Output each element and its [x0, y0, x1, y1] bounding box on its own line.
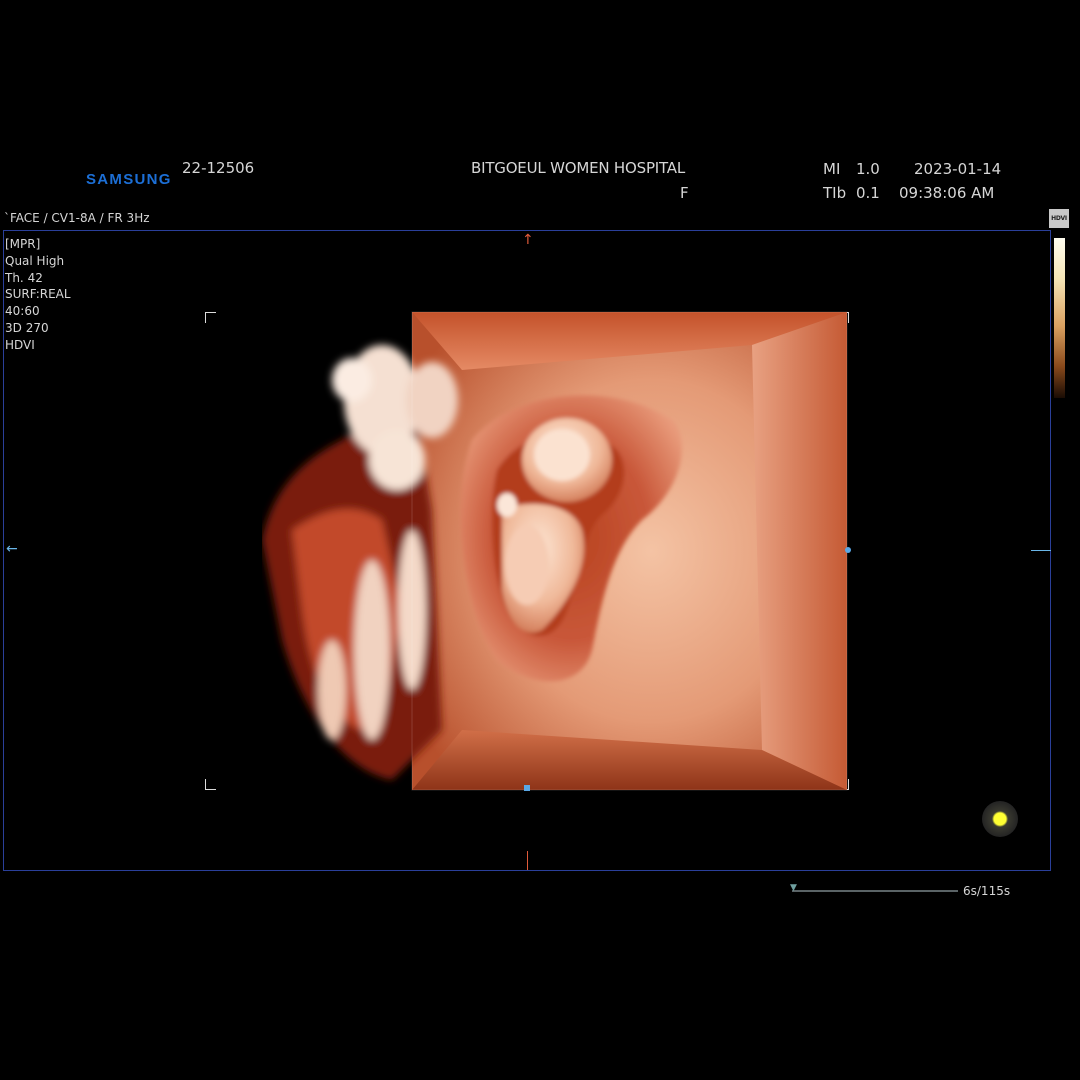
roi-corner-bottom-left[interactable]	[205, 779, 216, 790]
mi-label: MI	[823, 160, 841, 178]
roi-handle-right[interactable]	[845, 547, 851, 553]
param-render-angle: 3D 270	[5, 320, 49, 335]
3d-render-image	[262, 311, 848, 791]
param-surface: SURF:REAL	[5, 287, 71, 302]
patient-sex: F	[680, 184, 689, 202]
colorbar-tag: HDVI	[1049, 209, 1069, 228]
trackball-cursor-icon[interactable]	[982, 801, 1018, 837]
hospital-name: BITGOEUL WOMEN HOSPITAL	[471, 159, 686, 177]
samsung-logo: SAMSUNG	[86, 171, 172, 188]
playhead-icon[interactable]: ▼	[790, 883, 797, 893]
cine-counter: 6s/115s	[963, 884, 1011, 898]
arrow-left-icon: ←	[6, 541, 18, 557]
param-quality: Qual High	[5, 253, 65, 268]
param-hdvi: HDVI	[5, 337, 35, 352]
param-threshold: Th. 42	[5, 270, 43, 285]
imaging-parameters: [MPR] Qual High Th. 42 SURF:REAL 40:60 3…	[5, 236, 71, 354]
param-mix: 40:60	[5, 304, 40, 319]
exam-time: 09:38:06 AM	[899, 184, 995, 202]
cine-timeline[interactable]	[792, 890, 958, 892]
patient-id: 22-12506	[182, 159, 255, 177]
param-mode: [MPR]	[5, 237, 41, 251]
roi-corner-top-left[interactable]	[205, 312, 216, 323]
axis-marker-bottom	[527, 851, 528, 870]
tib-label: TIb	[823, 184, 847, 202]
exam-date: 2023-01-14	[914, 160, 1002, 178]
colorbar	[1054, 238, 1065, 398]
axis-marker-right	[1031, 550, 1051, 551]
mi-value: 1.0	[856, 160, 880, 178]
tib-value: 0.1	[856, 184, 880, 202]
probe-preset-line: `FACE / CV1-8A / FR 3Hz	[4, 211, 150, 225]
arrow-up-icon: ↑	[522, 232, 534, 248]
roi-handle-bottom[interactable]	[524, 785, 530, 791]
